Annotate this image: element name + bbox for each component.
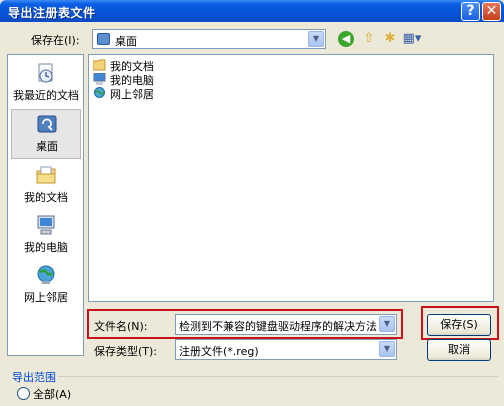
place-label: 桌面 [36, 140, 58, 153]
place-label: 我的电脑 [24, 241, 68, 254]
export-registry-dialog: 导出注册表文件 ? ✕ 保存在(I): 桌面 ▼ ◀ ⇧ ✱ ▦▾ 我最近的文档… [0, 0, 504, 406]
save-button[interactable]: 保存(S) [427, 314, 491, 336]
desktop-icon [97, 33, 110, 45]
places-bar: 我最近的文档 桌面 我的文档 我的电脑 网上邻居 [7, 54, 84, 356]
file-label: 网上邻居 [110, 88, 154, 101]
place-my-documents[interactable]: 我的文档 [11, 161, 81, 211]
title-bar[interactable]: 导出注册表文件 ? ✕ [0, 0, 504, 22]
new-folder-button[interactable]: ✱ [381, 30, 399, 48]
filetype-dropdown[interactable]: 注册文件(*.reg) ▼ [175, 339, 397, 360]
place-label: 我的文档 [24, 191, 68, 204]
place-my-computer[interactable]: 我的电脑 [11, 211, 81, 261]
close-button[interactable]: ✕ [482, 2, 501, 21]
network-places-icon [37, 265, 55, 284]
back-arrow-icon: ◀ [338, 31, 354, 47]
highlight-box-filename [87, 309, 403, 339]
back-button[interactable]: ◀ [337, 30, 355, 48]
help-button[interactable]: ? [461, 2, 480, 21]
cancel-button[interactable]: 取消 [427, 339, 491, 361]
save-in-value: 桌面 [115, 35, 137, 48]
folder-icon [93, 59, 106, 71]
chevron-down-icon[interactable]: ▼ [379, 341, 395, 357]
recent-documents-icon [38, 63, 53, 83]
radio-all[interactable] [17, 387, 30, 400]
up-folder-button[interactable]: ⇧ [360, 30, 378, 48]
window-title: 导出注册表文件 [8, 6, 96, 20]
place-desktop[interactable]: 桌面 [11, 109, 81, 159]
my-documents-icon [36, 166, 56, 184]
desktop-icon [37, 115, 57, 133]
my-computer-icon [37, 215, 55, 235]
export-range-label: 导出范围 [12, 371, 56, 384]
place-network[interactable]: 网上邻居 [11, 261, 81, 311]
chevron-down-icon[interactable]: ▼ [308, 31, 324, 47]
divider [58, 376, 498, 377]
save-in-dropdown[interactable]: 桌面 ▼ [92, 29, 326, 49]
place-label: 网上邻居 [24, 291, 68, 304]
filetype-label: 保存类型(T): [94, 345, 158, 358]
place-recent-documents[interactable]: 我最近的文档 [11, 59, 81, 109]
views-menu-button[interactable]: ▦▾ [401, 30, 423, 48]
file-list[interactable]: 我的文档 我的电脑 网上邻居 [88, 54, 494, 302]
radio-all-label[interactable]: 全部(A) [33, 386, 71, 402]
save-in-label: 保存在(I): [31, 34, 80, 47]
computer-icon [93, 73, 106, 85]
place-label: 我最近的文档 [13, 89, 79, 102]
filetype-value: 注册文件(*.reg) [179, 345, 259, 358]
network-icon [94, 87, 105, 98]
